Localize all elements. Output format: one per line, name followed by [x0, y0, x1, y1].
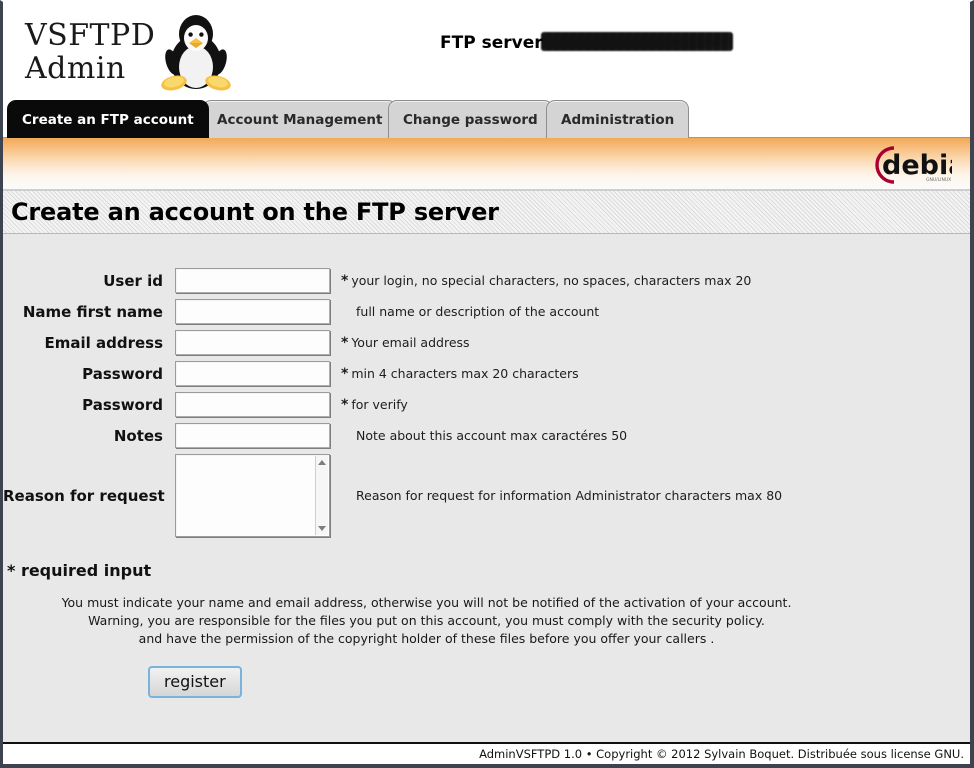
tab-label: Administration	[561, 111, 675, 128]
ftp-server-title: FTP server	[440, 32, 733, 53]
app-logo-line1: VSFTPD	[25, 18, 156, 53]
hint-email-address: * Your email address	[341, 335, 470, 351]
form-row-notes: Notes Note about this account max caract…	[3, 423, 970, 448]
form-row-name-first-name: Name first name full name or description…	[3, 299, 970, 324]
hint-text: min 4 characters max 20 characters	[351, 365, 579, 381]
scroll-up-arrow-icon[interactable]	[318, 460, 326, 465]
password-input[interactable]	[175, 361, 330, 386]
ftp-server-address-redacted	[540, 32, 733, 51]
hint-text: your login, no special characters, no sp…	[351, 272, 752, 288]
hint-name-first-name: full name or description of the account	[341, 304, 599, 319]
warning-block: You must indicate your name and email ad…	[3, 594, 970, 648]
tab-label: Account Management	[217, 111, 383, 128]
ftp-server-label: FTP server	[440, 33, 543, 53]
name-first-name-input[interactable]	[175, 299, 330, 324]
tab-account-management[interactable]: Account Management	[202, 100, 398, 138]
submit-row: register	[3, 666, 970, 698]
form-row-reason-for-request: Reason for request Reason for request fo…	[3, 454, 970, 537]
tab-create-an-ftp-account[interactable]: Create an FTP account	[7, 100, 209, 138]
password-confirm-input[interactable]	[175, 392, 330, 417]
label-password-confirm: Password	[82, 395, 163, 414]
app-logo: VSFTPD Admin	[25, 8, 233, 96]
label-user-id: User id	[103, 271, 163, 290]
main-content: User id * your login, no special characte…	[3, 234, 970, 718]
app-logo-line2: Admin	[25, 51, 126, 86]
form-row-password: Password * min 4 characters max 20 charac…	[3, 361, 970, 386]
page-footer: AdminVSFTPD 1.0 • Copyright © 2012 Sylva…	[3, 742, 970, 764]
warning-line-1: You must indicate your name and email ad…	[61, 595, 792, 610]
user-id-input[interactable]	[175, 268, 330, 293]
form-row-email-address: Email address * Your email address	[3, 330, 970, 355]
label-notes: Notes	[113, 426, 163, 445]
required-input-note: * required input	[7, 561, 152, 580]
page-title: Create an account on the FTP server	[11, 198, 499, 226]
tab-label: Change password	[403, 111, 538, 128]
form-row-user-id: User id * your login, no special characte…	[3, 268, 970, 293]
tux-penguin-icon	[159, 10, 233, 96]
hint-text: full name or description of the account	[356, 304, 600, 319]
label-name-first-name: Name first name	[22, 302, 163, 321]
brand-gradient-band: debian GNU/LINUX	[3, 138, 970, 190]
hint-reason-for-request: Reason for request for information Admin…	[341, 488, 782, 503]
tab-change-password[interactable]: Change password	[388, 100, 553, 138]
reason-textarea-wrap	[175, 454, 330, 537]
required-star-icon: *	[341, 365, 349, 382]
svg-text:debian: debian	[882, 150, 952, 181]
debian-logo: debian GNU/LINUX	[864, 141, 970, 189]
textarea-scrollbar[interactable]	[315, 456, 328, 535]
hint-user-id: * your login, no special characters, no s…	[341, 273, 751, 289]
hint-text: Your email address	[351, 334, 470, 350]
label-email-address: Email address	[44, 333, 163, 352]
label-password: Password	[82, 364, 163, 383]
app-logo-text: VSFTPD Admin	[25, 19, 155, 85]
register-button[interactable]: register	[148, 666, 242, 698]
tab-label: Create an FTP account	[22, 111, 194, 128]
reason-for-request-textarea[interactable]	[175, 454, 330, 537]
page-title-band: Create an account on the FTP server	[3, 190, 970, 234]
svg-text:GNU/LINUX: GNU/LINUX	[926, 177, 951, 183]
hint-password-confirm: * for verify	[341, 397, 408, 413]
label-reason-for-request: Reason for request	[3, 486, 165, 505]
hint-text: Reason for request for information Admin…	[356, 488, 783, 503]
warning-line-2: Warning, you are responsible for the fil…	[88, 613, 765, 628]
required-star-icon: *	[341, 396, 349, 413]
app-window: VSFTPD Admin FTP server Create an FTP ac…	[0, 0, 974, 768]
email-address-input[interactable]	[175, 330, 330, 355]
footer-copyright-text: AdminVSFTPD 1.0 • Copyright © 2012 Sylva…	[479, 747, 964, 761]
hint-text: for verify	[351, 396, 408, 412]
scroll-down-arrow-icon[interactable]	[318, 526, 326, 531]
required-star-icon: *	[341, 272, 349, 289]
warning-line-3: and have the permission of the copyright…	[138, 631, 715, 646]
page-header: VSFTPD Admin FTP server	[3, 2, 970, 100]
tab-bar: Create an FTP account Account Management…	[3, 100, 970, 138]
hint-password: * min 4 characters max 20 characters	[341, 366, 579, 382]
tab-administration[interactable]: Administration	[546, 100, 690, 138]
notes-input[interactable]	[175, 423, 330, 448]
hint-text: Note about this account max caractéres 5…	[356, 428, 628, 443]
hint-notes: Note about this account max caractéres 5…	[341, 428, 627, 443]
form-row-password-confirm: Password * for verify	[3, 392, 970, 417]
required-star-icon: *	[341, 334, 349, 351]
